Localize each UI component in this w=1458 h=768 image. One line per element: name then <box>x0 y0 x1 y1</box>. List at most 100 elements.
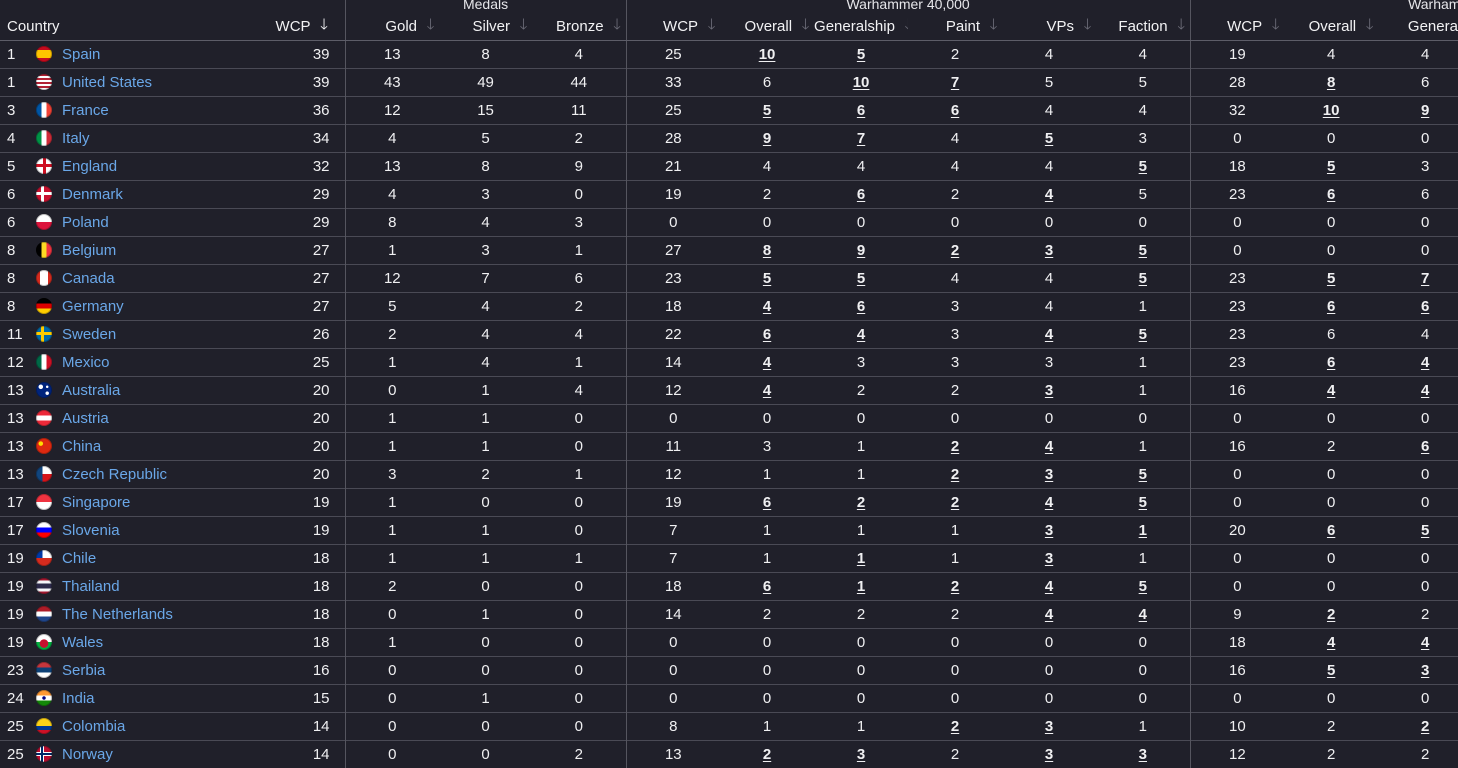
col-header-wcp[interactable]: WCP 🡓 <box>256 13 346 41</box>
wcp-40k-cell: 12 <box>625 376 721 404</box>
column-header-row: Country WCP 🡓 Gold 🡓 Silver 🡓 Bronze 🡓 WCP 🡓 … <box>0 13 1458 41</box>
country-cell: Germany <box>36 292 256 320</box>
generalship-3-cell: 4 <box>1378 628 1458 656</box>
country-link[interactable]: Austria <box>62 410 109 427</box>
country-link[interactable]: Italy <box>62 130 90 147</box>
score-value: 1 <box>574 241 583 259</box>
highlighted-score: 5 <box>1138 577 1147 595</box>
country-link[interactable]: Belgium <box>62 242 116 259</box>
country-link[interactable]: Serbia <box>62 662 105 679</box>
country-link[interactable]: Poland <box>62 214 109 231</box>
bronze-cell: 0 <box>532 600 626 628</box>
country-link[interactable]: China <box>62 438 101 455</box>
country-link[interactable]: Slovenia <box>62 522 120 539</box>
country-link[interactable]: Germany <box>62 298 124 315</box>
score-value: 2 <box>574 297 583 315</box>
country-link[interactable]: Singapore <box>62 494 130 511</box>
rank-cell: 8 <box>7 297 16 315</box>
col-header-country[interactable]: Country <box>0 13 256 41</box>
overall-3-cell: 4 <box>1284 40 1378 68</box>
col-header-vps[interactable]: VPs 🡓 <box>1002 13 1097 41</box>
col-header-wcp-3[interactable]: WCP 🡓 <box>1189 13 1285 41</box>
wcp-cell: 20 <box>312 437 330 455</box>
highlighted-score: 2 <box>950 465 960 483</box>
country-link[interactable]: Spain <box>62 46 100 63</box>
score-value: 27 <box>664 241 682 259</box>
highlighted-score: 3 <box>1044 549 1054 567</box>
country-link[interactable]: Denmark <box>62 186 123 203</box>
score-value: 4 <box>1044 45 1054 63</box>
faction-cell: 1 <box>1096 376 1190 404</box>
country-link[interactable]: United States <box>62 74 152 91</box>
score-value: 3 <box>1420 157 1430 175</box>
score-value: 1 <box>856 437 866 455</box>
col-header-overall-3[interactable]: Overall 🡓 <box>1284 13 1379 41</box>
rank-cell: 19 <box>7 605 24 623</box>
wcp-3-cell: 0 <box>1189 684 1285 712</box>
overall-cell: 6 <box>720 68 814 96</box>
generalship-cell: 1 <box>814 516 908 544</box>
generalship-cell: 6 <box>814 180 908 208</box>
highlighted-score: 4 <box>1044 577 1054 595</box>
vps-cell: 4 <box>1002 152 1096 180</box>
silver-cell: 1 <box>439 516 532 544</box>
faction-cell: 3 <box>1096 740 1190 768</box>
paint-cell: 2 <box>908 376 1002 404</box>
wcp-40k-cell: 22 <box>625 320 721 348</box>
country-link[interactable]: The Netherlands <box>62 606 173 623</box>
faction-cell: 4 <box>1096 600 1190 628</box>
vps-cell: 4 <box>1002 292 1096 320</box>
score-value: 0 <box>669 689 678 707</box>
country-link[interactable]: Czech Republic <box>62 466 167 483</box>
score-value: 12 <box>1229 745 1246 763</box>
highlighted-score: 5 <box>1420 521 1430 539</box>
country-cell: Chile <box>36 544 256 572</box>
score-value: 1 <box>388 521 397 539</box>
country-link[interactable]: Australia <box>62 382 120 399</box>
table-row: 6 Poland 29 8 4 3 0 0 0 0 0 0 0 0 0 <box>0 208 1458 236</box>
score-value: 0 <box>574 633 583 651</box>
score-value: 1 <box>574 549 583 567</box>
col-header-wcp-40k[interactable]: WCP 🡓 <box>625 13 721 41</box>
score-value: 1 <box>856 521 866 539</box>
score-value: 0 <box>388 381 397 399</box>
col-header-gold[interactable]: Gold 🡓 <box>344 13 440 41</box>
faction-cell: 5 <box>1096 152 1190 180</box>
country-link[interactable]: Colombia <box>62 718 125 735</box>
overall-cell: 2 <box>720 740 814 768</box>
flag-belgium-icon <box>36 241 52 258</box>
country-link[interactable]: France <box>62 102 109 119</box>
col-header-generalship-3[interactable]: Generalsl <box>1378 13 1458 41</box>
country-link[interactable]: Canada <box>62 270 115 287</box>
silver-cell: 0 <box>439 628 532 656</box>
col-header-bronze[interactable]: Bronze 🡓 <box>532 13 627 41</box>
generalship-3-cell: 0 <box>1378 572 1458 600</box>
country-link[interactable]: Sweden <box>62 326 116 343</box>
col-header-paint[interactable]: Paint 🡓 <box>908 13 1003 41</box>
country-link[interactable]: Chile <box>62 550 96 567</box>
country-link[interactable]: Thailand <box>62 578 120 595</box>
highlighted-score: 6 <box>1326 353 1336 371</box>
generalship-cell: 1 <box>814 712 908 740</box>
country-link[interactable]: Wales <box>62 634 103 651</box>
score-value: 2 <box>1420 745 1430 763</box>
gold-cell: 0 <box>344 740 440 768</box>
highlighted-score: 3 <box>1044 745 1054 763</box>
country-link[interactable]: India <box>62 690 95 707</box>
score-value: 4 <box>1326 45 1336 63</box>
country-link[interactable]: England <box>62 158 117 175</box>
wcp-3-cell: 0 <box>1189 236 1285 264</box>
wcp-3-cell: 16 <box>1189 432 1285 460</box>
country-link[interactable]: Norway <box>62 746 113 763</box>
col-header-generalship[interactable]: Generalship🡓 <box>814 13 909 41</box>
score-value: 1 <box>481 689 490 707</box>
col-header-silver[interactable]: Silver 🡓 <box>439 13 533 41</box>
score-value: 1 <box>388 633 397 651</box>
col-header-faction[interactable]: Faction 🡓 <box>1096 13 1191 41</box>
score-value: 2 <box>1420 605 1430 623</box>
country-cell: Czech Republic <box>36 460 256 488</box>
wcp-cell: 39 <box>312 73 330 91</box>
country-link[interactable]: Mexico <box>62 354 110 371</box>
col-header-overall[interactable]: Overall 🡓 <box>720 13 815 41</box>
overall-3-cell: 0 <box>1284 684 1378 712</box>
